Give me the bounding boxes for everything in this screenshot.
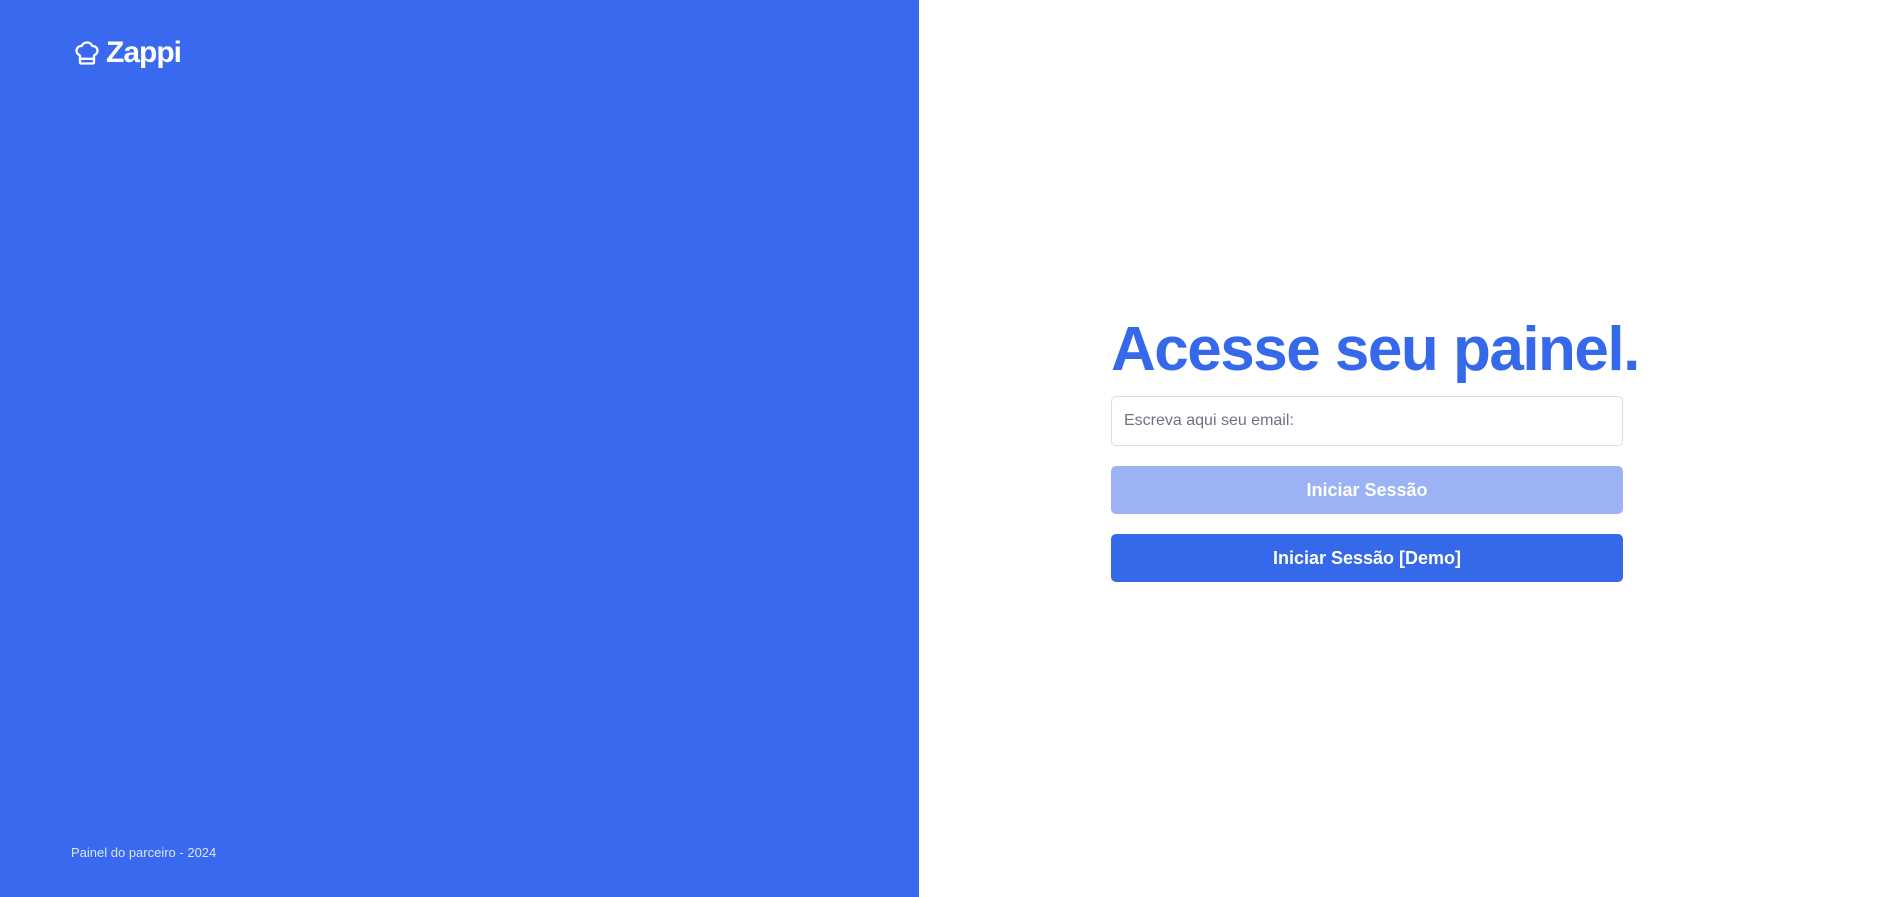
- brand-footer: Painel do parceiro - 2024: [71, 845, 217, 860]
- login-page: Zappi Painel do parceiro - 2024 Acesse s…: [0, 0, 1896, 897]
- email-field[interactable]: [1111, 396, 1623, 446]
- demo-login-button[interactable]: Iniciar Sessão [Demo]: [1111, 534, 1623, 582]
- brand-panel: Zappi Painel do parceiro - 2024: [0, 0, 919, 897]
- login-button[interactable]: Iniciar Sessão: [1111, 466, 1623, 514]
- chef-hat-icon: [72, 38, 102, 68]
- brand-name: Zappi: [106, 36, 182, 69]
- form-panel: Acesse seu painel. Iniciar Sessão Inicia…: [919, 0, 1896, 897]
- login-form: Acesse seu painel. Iniciar Sessão Inicia…: [1111, 312, 1640, 582]
- brand-logo: Zappi: [72, 36, 182, 70]
- page-title: Acesse seu painel.: [1111, 315, 1640, 384]
